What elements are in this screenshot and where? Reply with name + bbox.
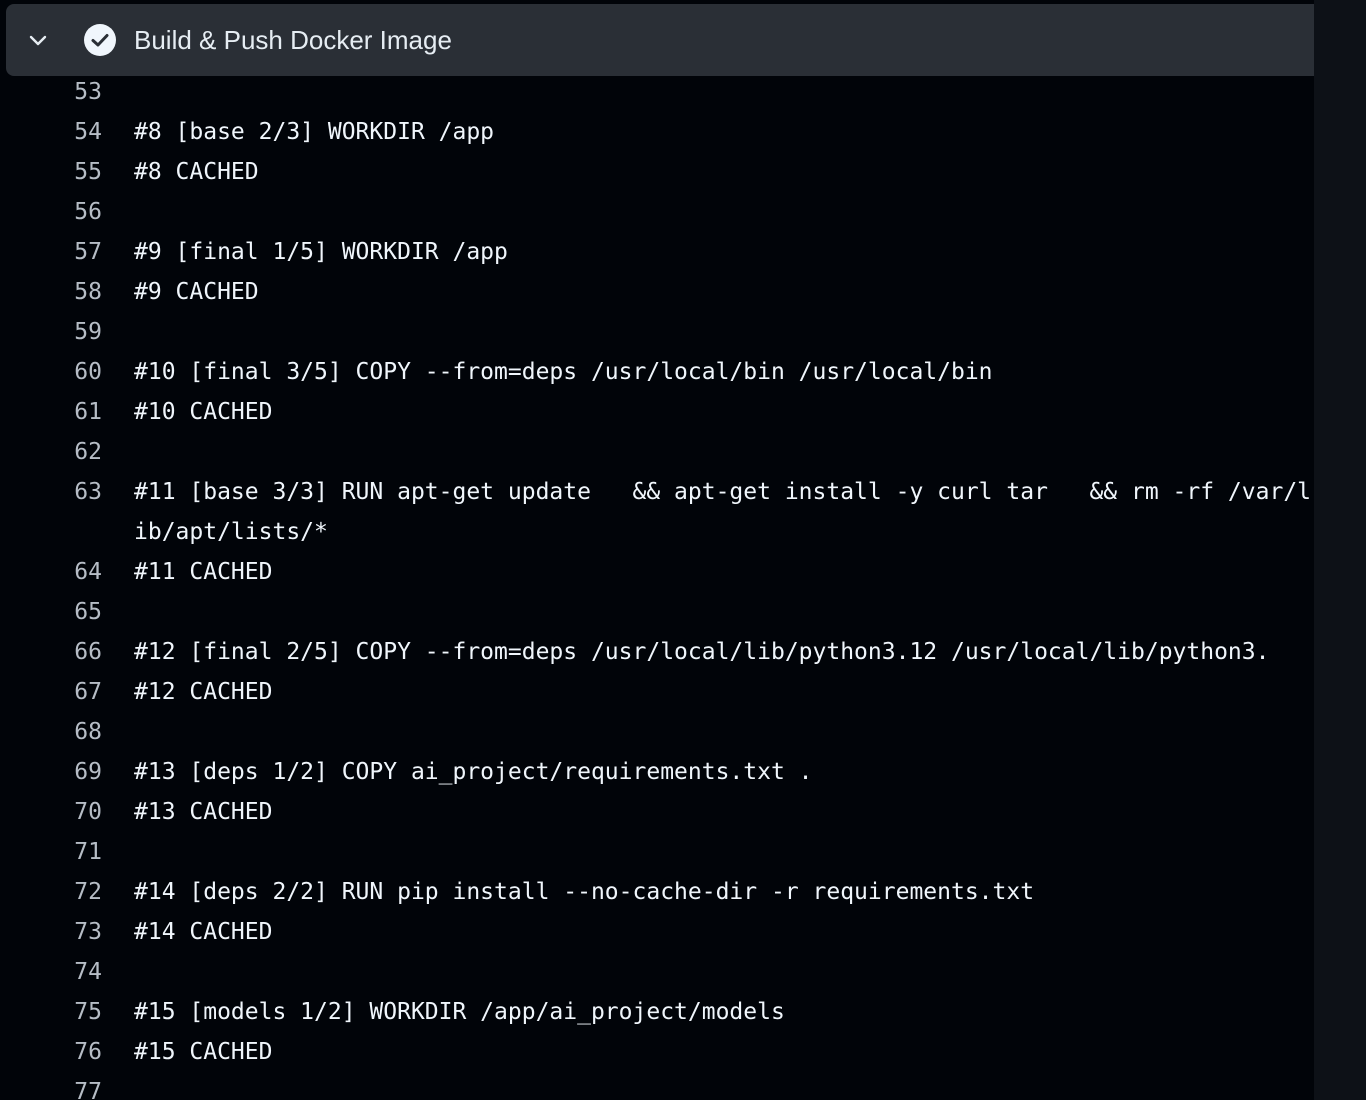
- step-title: Build & Push Docker Image: [134, 25, 452, 55]
- line-number[interactable]: 76: [0, 1032, 102, 1072]
- log-line[interactable]: 54 #8 [base 2/3] WORKDIR /app: [0, 112, 1314, 152]
- step-log-panel: Build & Push Docker Image 53 54 #8 [base 2…: [0, 0, 1314, 1100]
- log-line-text: #9 CACHED: [134, 279, 259, 305]
- log-line[interactable]: 69 #13 [deps 1/2] COPY ai_project/require…: [0, 752, 1314, 792]
- log-line[interactable]: 66 #12 [final 2/5] COPY --from=deps /usr/…: [0, 632, 1314, 672]
- line-number[interactable]: 54: [0, 112, 102, 152]
- log-line-text: #13 [deps 1/2] COPY ai_project/requireme…: [134, 759, 813, 785]
- log-line-text: #10 CACHED: [134, 399, 273, 425]
- log-line-text: #10 [final 3/5] COPY --from=deps /usr/lo…: [134, 359, 993, 385]
- line-number[interactable]: 56: [0, 192, 102, 232]
- log-line-text: #14 [deps 2/2] RUN pip install --no-cach…: [134, 879, 1035, 905]
- line-number[interactable]: 60: [0, 352, 102, 392]
- line-number[interactable]: 68: [0, 712, 102, 752]
- line-number[interactable]: 73: [0, 912, 102, 952]
- line-number[interactable]: 57: [0, 232, 102, 272]
- log-line-text: #14 CACHED: [134, 919, 273, 945]
- line-number[interactable]: 77: [0, 1072, 102, 1100]
- line-number[interactable]: 58: [0, 272, 102, 312]
- log-line[interactable]: 77: [0, 1072, 1314, 1100]
- log-line[interactable]: 76 #15 CACHED: [0, 1032, 1314, 1072]
- check-circle-icon: [84, 24, 116, 56]
- log-line[interactable]: 63 #11 [base 3/3] RUN apt-get update && a…: [0, 472, 1314, 552]
- line-number[interactable]: 71: [0, 832, 102, 872]
- line-number[interactable]: 70: [0, 792, 102, 832]
- log-line[interactable]: 62: [0, 432, 1314, 472]
- line-number[interactable]: 67: [0, 672, 102, 712]
- line-number[interactable]: 53: [0, 72, 102, 112]
- log-line[interactable]: 59: [0, 312, 1314, 352]
- log-line[interactable]: 67 #12 CACHED: [0, 672, 1314, 712]
- log-line[interactable]: 61 #10 CACHED: [0, 392, 1314, 432]
- log-line[interactable]: 74: [0, 952, 1314, 992]
- log-line[interactable]: 71: [0, 832, 1314, 872]
- job-log-page: Build & Push Docker Image 53 54 #8 [base 2…: [0, 0, 1366, 1100]
- log-lines: 53 54 #8 [base 2/3] WORKDIR /app 55 #8 CACHE…: [0, 72, 1314, 1100]
- log-line[interactable]: 57 #9 [final 1/5] WORKDIR /app: [0, 232, 1314, 272]
- line-number[interactable]: 65: [0, 592, 102, 632]
- log-line[interactable]: 70 #13 CACHED: [0, 792, 1314, 832]
- chevron-down-icon[interactable]: [26, 28, 50, 52]
- line-number[interactable]: 66: [0, 632, 102, 672]
- line-number[interactable]: 61: [0, 392, 102, 432]
- log-line-text: #11 [base 3/3] RUN apt-get update && apt…: [134, 479, 1312, 545]
- log-line[interactable]: 64 #11 CACHED: [0, 552, 1314, 592]
- log-line-text: #15 [models 1/2] WORKDIR /app/ai_project…: [134, 999, 785, 1025]
- line-number[interactable]: 69: [0, 752, 102, 792]
- log-line[interactable]: 53: [0, 72, 1314, 112]
- line-number[interactable]: 59: [0, 312, 102, 352]
- line-number[interactable]: 55: [0, 152, 102, 192]
- log-line-text: #13 CACHED: [134, 799, 273, 825]
- line-number[interactable]: 63: [0, 472, 102, 512]
- log-line-text: #11 CACHED: [134, 559, 273, 585]
- scrollbar-track[interactable]: [1314, 0, 1366, 1100]
- log-line[interactable]: 56: [0, 192, 1314, 232]
- log-line[interactable]: 58 #9 CACHED: [0, 272, 1314, 312]
- log-line[interactable]: 68: [0, 712, 1314, 752]
- log-line-text: #12 CACHED: [134, 679, 273, 705]
- line-number[interactable]: 62: [0, 432, 102, 472]
- line-number[interactable]: 72: [0, 872, 102, 912]
- log-line-text: #8 [base 2/3] WORKDIR /app: [134, 119, 495, 145]
- log-line[interactable]: 72 #14 [deps 2/2] RUN pip install --no-ca…: [0, 872, 1314, 912]
- log-line[interactable]: 60 #10 [final 3/5] COPY --from=deps /usr/…: [0, 352, 1314, 392]
- log-line[interactable]: 73 #14 CACHED: [0, 912, 1314, 952]
- log-line[interactable]: 55 #8 CACHED: [0, 152, 1314, 192]
- log-line-text: #15 CACHED: [134, 1039, 273, 1065]
- log-line[interactable]: 65: [0, 592, 1314, 632]
- line-number[interactable]: 74: [0, 952, 102, 992]
- log-line[interactable]: 75 #15 [models 1/2] WORKDIR /app/ai_proje…: [0, 992, 1314, 1032]
- line-number[interactable]: 64: [0, 552, 102, 592]
- step-header[interactable]: Build & Push Docker Image: [6, 4, 1314, 76]
- log-line-text: #8 CACHED: [134, 159, 259, 185]
- log-line-text: #9 [final 1/5] WORKDIR /app: [134, 239, 508, 265]
- log-line-text: #12 [final 2/5] COPY --from=deps /usr/lo…: [134, 639, 1270, 665]
- line-number[interactable]: 75: [0, 992, 102, 1032]
